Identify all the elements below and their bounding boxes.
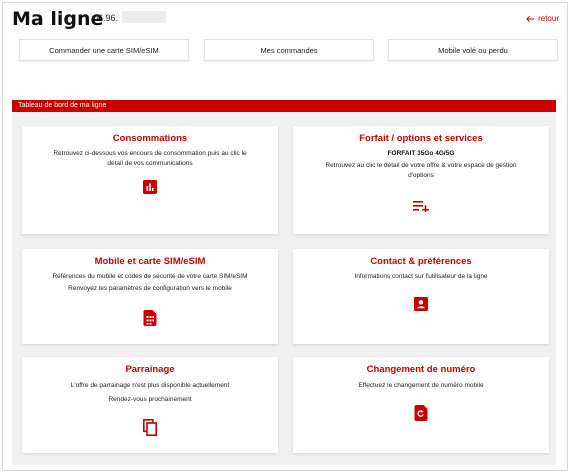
card-changement-numero[interactable]: Changement de numéro Effectuez le change… [293,357,549,453]
card-parrainage[interactable]: Parrainage L'offre de parrainage n'est p… [22,357,278,453]
card-text: Informations contact sur l'utilisateur d… [354,273,488,280]
page-title: Ma ligne [12,8,104,30]
dashboard-title: Tableau de bord de ma ligne [12,100,556,112]
card-title: Parrainage [125,364,175,375]
card-title: Consommations [112,133,188,144]
sim-card-icon [143,310,157,326]
card-text: Rendez-vous prochainement [108,395,192,403]
card-forfait[interactable]: Forfait / options et services FORFAIT 35… [293,126,549,234]
card-title: Contact & préférences [370,256,472,267]
dashboard: Tableau de bord de ma ligne Consommation… [12,100,556,465]
page-header: Ma ligne 06.96. retour [12,8,561,34]
card-title: Changement de numéro [366,364,476,375]
playlist-add-icon [413,200,429,212]
phone-number-mask [122,11,166,23]
offer-name: FORFAIT 35Go 4G/5G [387,150,455,157]
card-title: Forfait / options et services [359,133,483,144]
card-text: Retrouvez ci-dessous vos encours de cons… [53,150,247,157]
card-contact[interactable]: Contact & préférences Informations conta… [293,249,549,344]
card-text: L'offre de parrainage n'est plus disponi… [70,382,230,389]
phone-number: 06.96. [93,13,119,23]
card-text: Effectuez le changement de numéro mobile [358,382,484,389]
card-text: détail de vos communications [107,159,193,167]
card-text: Retrouvez au clic le détail de votre off… [325,162,517,169]
my-orders-button[interactable]: Mes commandes [204,39,374,61]
back-label: retour [538,14,559,23]
lost-stolen-button[interactable]: Mobile volé ou perdu [388,39,558,61]
arrow-left-icon [526,15,535,22]
quick-actions: Commander une carte SIM/eSIM Mes command… [19,39,559,61]
bar-chart-icon [143,180,157,194]
card-title: Mobile et carte SIM/eSIM [94,256,206,267]
phone-refresh-icon [414,405,428,421]
card-text: d'options [408,171,434,179]
back-link[interactable]: retour [526,14,559,23]
card-consommations[interactable]: Consommations Retrouvez ci-dessous vos e… [22,126,278,234]
card-text: Renvoyez les paramètres de configuration… [68,284,232,292]
card-text: Références du mobile et codes de sécurit… [52,273,248,280]
order-sim-button[interactable]: Commander une carte SIM/eSIM [19,39,189,61]
card-mobile-sim[interactable]: Mobile et carte SIM/eSIM Références du m… [22,249,278,344]
contact-card-icon [414,297,428,311]
copy-icon [143,419,157,436]
